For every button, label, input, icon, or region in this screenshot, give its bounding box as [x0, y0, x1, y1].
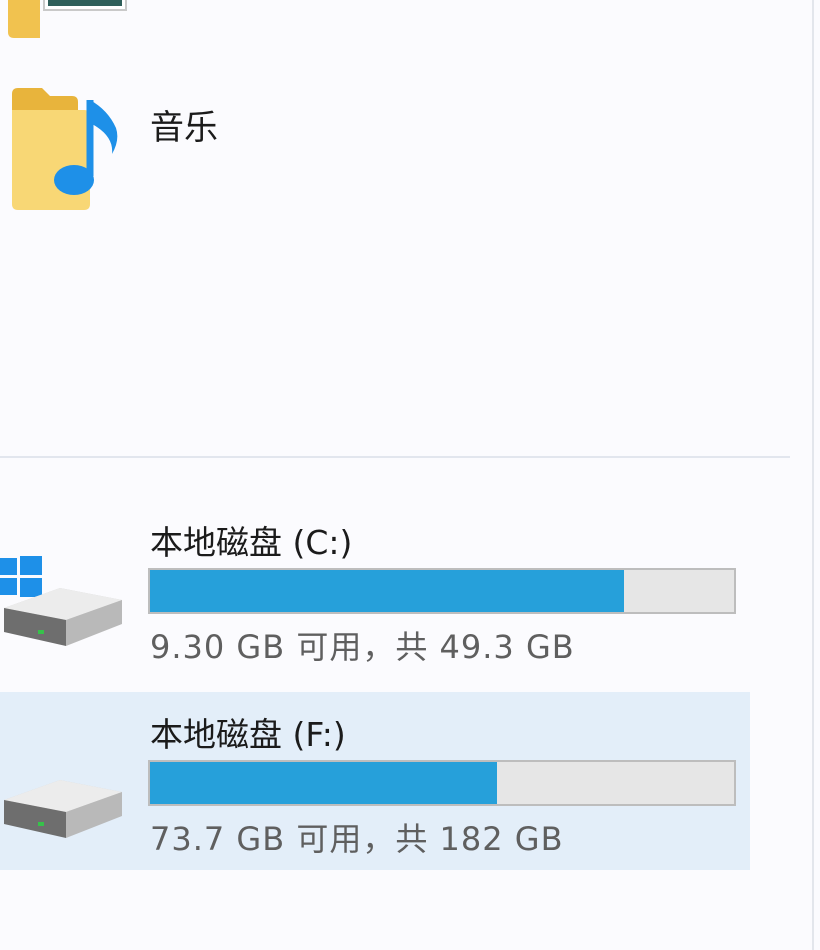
- drive-tile-f[interactable]: 本地磁盘 (F:) 73.7 GB 可用，共 182 GB: [0, 692, 750, 870]
- drive-usage-bar-c: [148, 568, 736, 614]
- section-divider: [0, 456, 790, 458]
- folder-label-music: 音乐: [150, 108, 218, 148]
- hard-drive-icon: [0, 744, 130, 858]
- folder-item-music[interactable]: 音乐: [0, 80, 300, 230]
- file-explorer-this-pc: 音乐 本地磁盘 (C:) 9.30 GB 可用，共 49.3 GB 本地磁盘 (…: [0, 0, 820, 950]
- drive-space-info-c: 9.30 GB 可用，共 49.3 GB: [150, 628, 575, 666]
- window-right-edge: [812, 0, 814, 950]
- music-folder-icon: [0, 80, 130, 224]
- drive-name-c: 本地磁盘 (C:): [150, 523, 353, 562]
- drive-space-info-f: 73.7 GB 可用，共 182 GB: [150, 820, 564, 858]
- drive-usage-fill-c: [150, 570, 624, 612]
- folder-item-pictures[interactable]: [0, 0, 300, 40]
- drive-usage-bar-f: [148, 760, 736, 806]
- drive-usage-fill-f: [150, 762, 498, 804]
- drive-tile-c[interactable]: 本地磁盘 (C:) 9.30 GB 可用，共 49.3 GB: [0, 500, 750, 678]
- pictures-folder-icon: [0, 0, 140, 44]
- system-drive-icon: [0, 552, 130, 666]
- drive-name-f: 本地磁盘 (F:): [150, 715, 346, 754]
